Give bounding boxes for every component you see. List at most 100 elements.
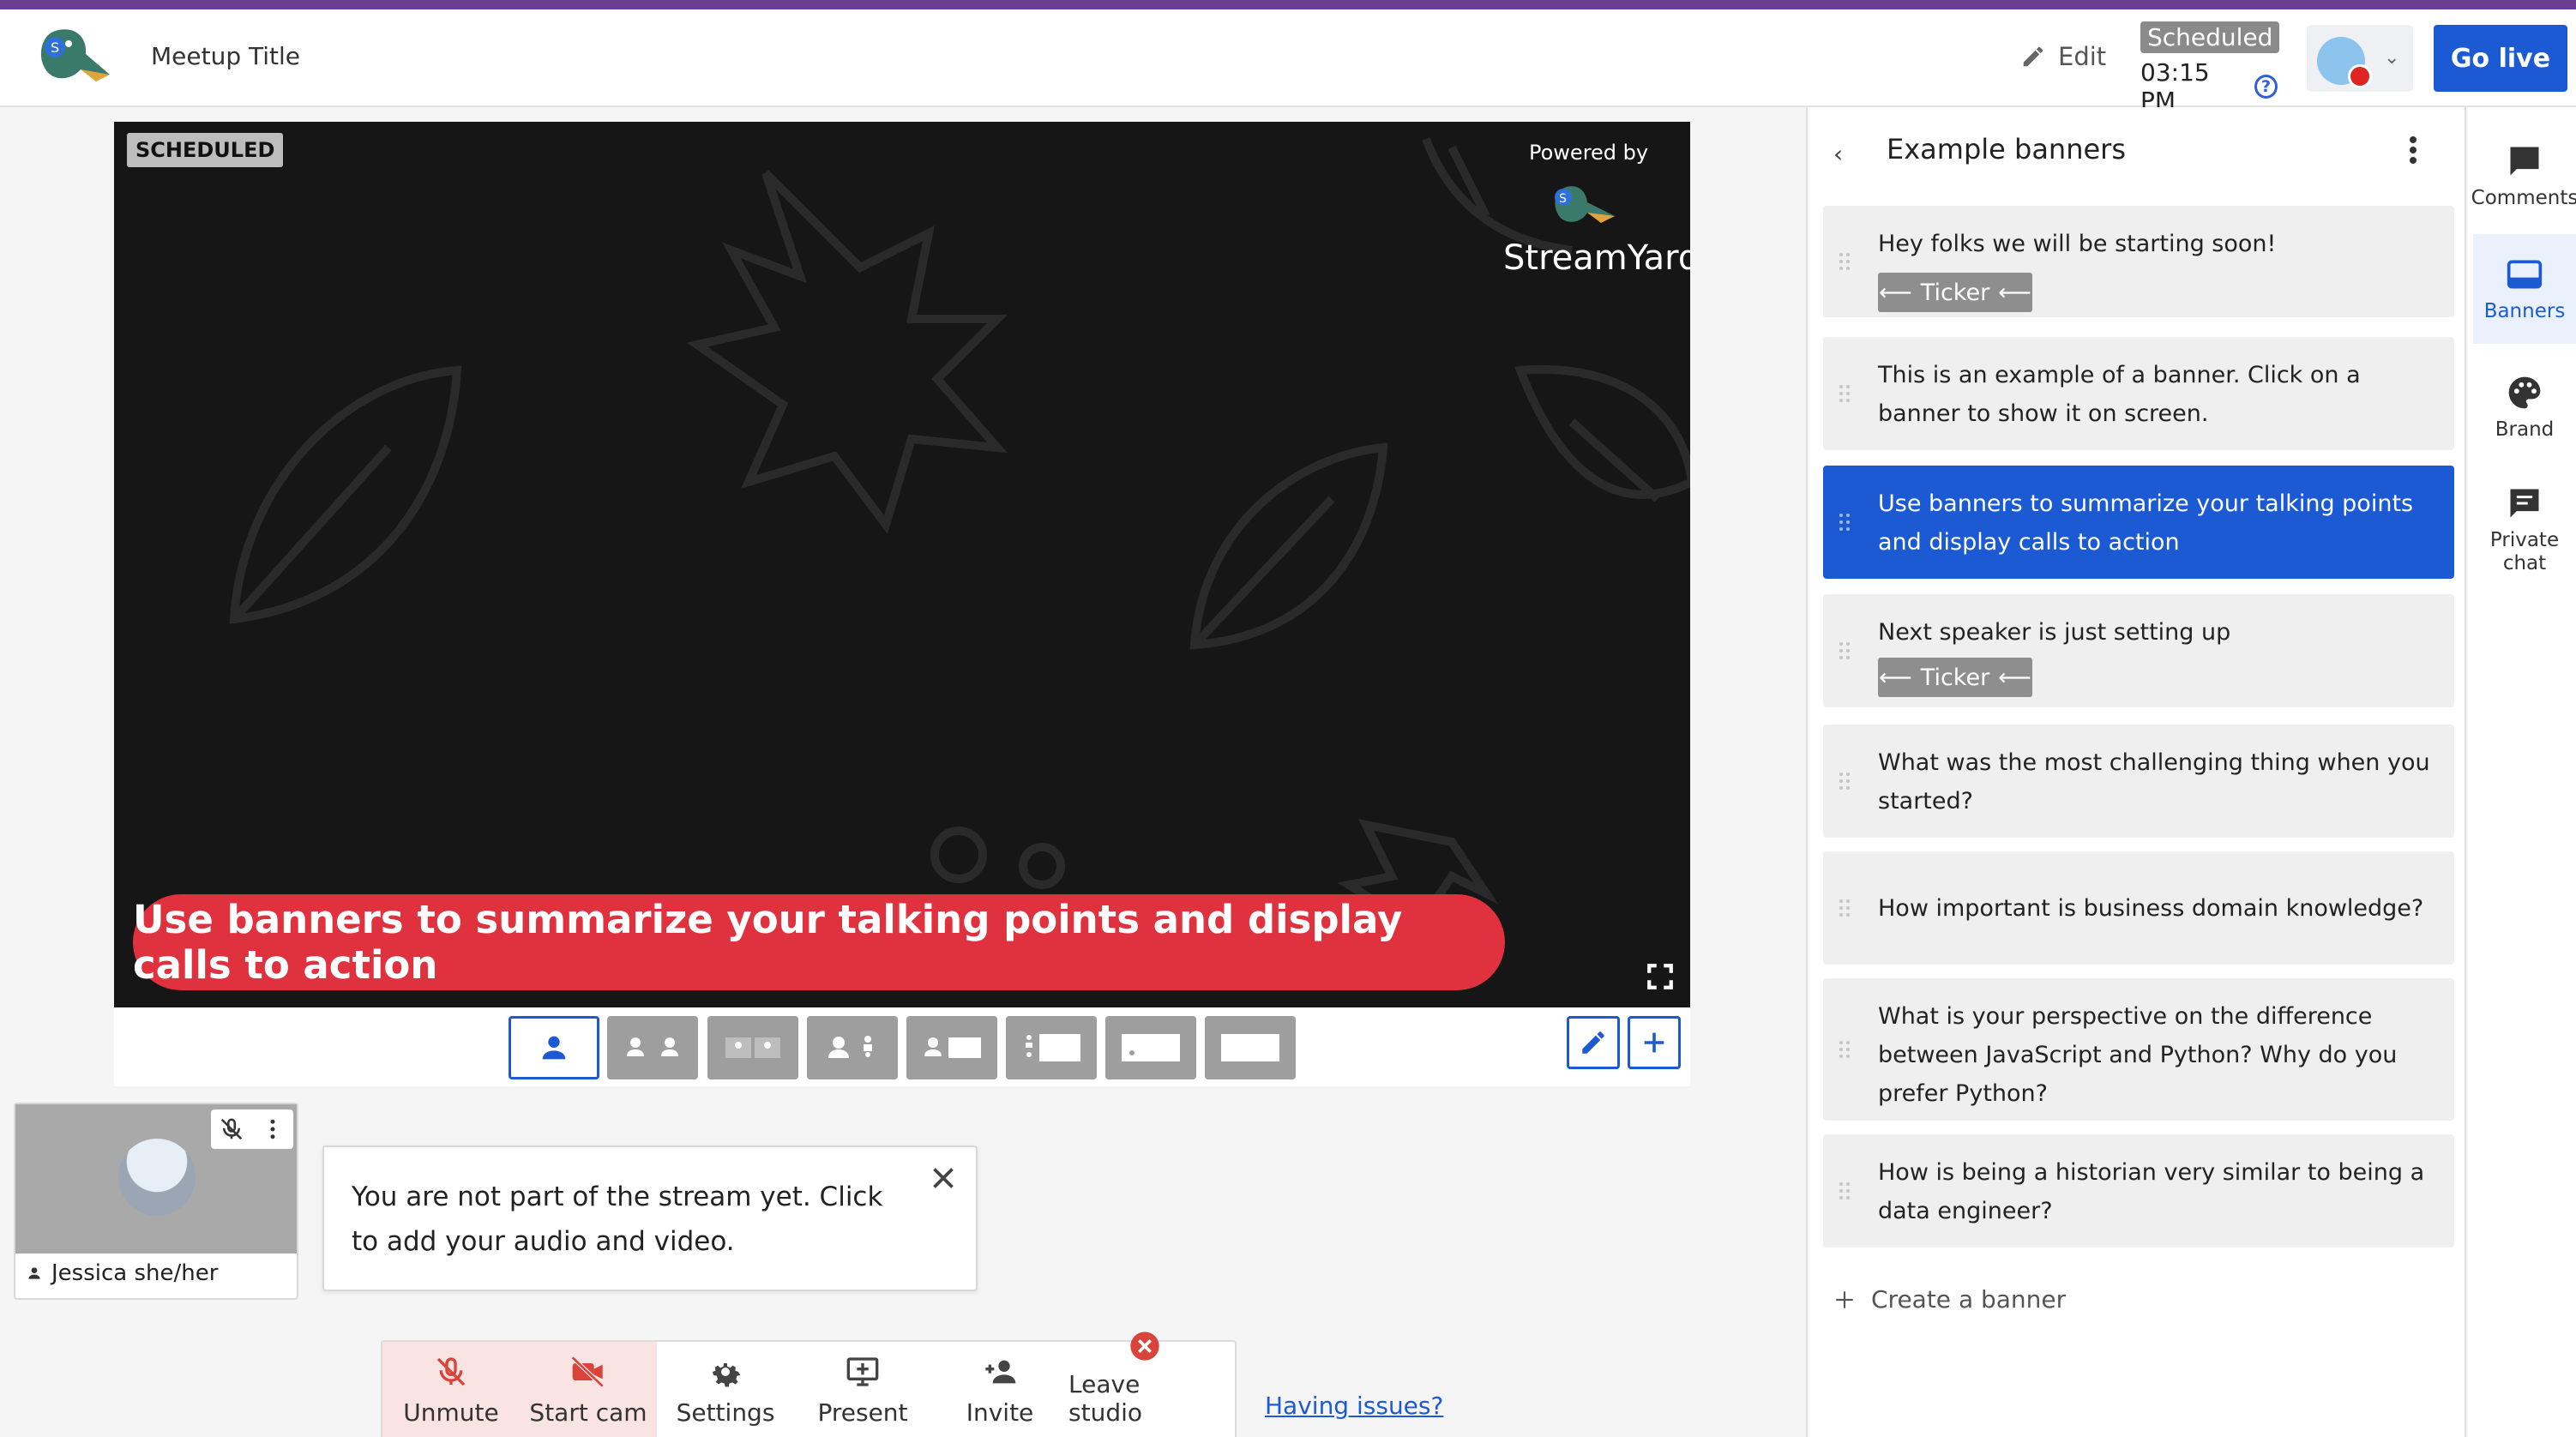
layout-solo-button[interactable] [509,1016,599,1079]
panel-title: Example banners [1887,133,2126,165]
ticker-label: Ticker [1920,664,1990,691]
layout-fullscreen-button[interactable] [1205,1016,1296,1079]
start-cam-button[interactable]: Start cam [520,1342,657,1437]
layout-two-up-button[interactable] [607,1016,698,1079]
layout-screen-list-button[interactable] [1006,1016,1097,1079]
edit-layout-button[interactable] [1567,1016,1620,1069]
banner-item[interactable]: What is your perspective on the differen… [1823,978,2454,1121]
banner-item[interactable]: This is an example of a banner. Click on… [1823,337,2454,450]
chevron-down-icon: ⌄ [2384,47,2400,69]
banner-item[interactable]: How is being a historian very similar to… [1823,1134,2454,1248]
leaf-background-pattern [229,137,1690,934]
screen-pip-icon [1122,1034,1180,1061]
close-circle-icon [1130,1332,1159,1361]
add-layout-button[interactable] [1628,1016,1681,1069]
tab-brand[interactable]: Brand [2473,352,2576,462]
arrow-left-icon: ⟵ [1879,279,1912,306]
drag-handle-icon[interactable] [1839,1039,1851,1060]
start-cam-label: Start cam [529,1398,647,1427]
close-icon[interactable] [928,1163,959,1193]
help-icon[interactable]: ? [2254,75,2278,99]
participant-name-label: Jessica she/her [51,1260,219,1286]
banner-item[interactable]: Next speaker is just setting up ⟵ Ticker… [1823,594,2454,707]
banner-text: How important is business domain knowled… [1878,895,2424,922]
banner-text: What was the most challenging thing when… [1878,749,2430,815]
destination-selector[interactable]: ⌄ [2307,25,2413,92]
tab-comments-label: Comments [2471,186,2576,209]
pencil-icon [1582,1031,1604,1054]
scheduled-status-label: SCHEDULED [127,133,284,167]
drag-handle-icon[interactable] [1839,898,1851,918]
arrow-left-icon: ⟵ [1879,664,1912,691]
fullscreen-icon[interactable] [1646,962,1675,991]
having-issues-link[interactable]: Having issues? [1265,1392,1443,1420]
streamyard-brand-text: StreamYard [1503,238,1690,278]
screen-side-icon [924,1037,981,1058]
more-options-icon[interactable] [260,1116,286,1142]
leave-studio-button[interactable]: Leave studio [1068,1332,1221,1437]
banner-text: This is an example of a banner. Click on… [1878,362,2361,427]
streamyard-duck-logo[interactable]: S [36,25,113,93]
stage-banner[interactable]: Use banners to summarize your talking po… [133,894,1505,990]
layout-screen-pip-button[interactable] [1105,1016,1196,1079]
comment-icon [2510,147,2539,175]
plus-icon [1836,1290,1853,1308]
back-chevron-icon[interactable]: ‹ [1833,140,1843,168]
camera-off-icon [570,1356,605,1388]
top-header: S Meetup Title Edit Scheduled 03:15 PM ?… [0,9,2576,115]
present-button[interactable]: Present [794,1342,931,1437]
person-icon [28,1267,40,1279]
tab-banners[interactable]: Banners [2473,234,2576,344]
banners-panel: ‹ Example banners Hey folks we will be s… [1806,107,2466,1437]
participant-name: Jessica she/her [26,1260,218,1286]
ticker-label: Ticker [1920,279,1990,306]
tab-private-chat-label: Private chat [2489,529,2560,574]
drag-handle-icon[interactable] [1839,251,1851,272]
meetup-title[interactable]: Meetup Title [151,42,300,70]
invite-button[interactable]: Invite [931,1342,1068,1437]
drag-handle-icon[interactable] [1839,640,1851,661]
tab-brand-label: Brand [2495,418,2555,441]
tab-private-chat[interactable]: Private chat [2473,466,2576,594]
side-tab-bar: Comments Banners Brand Private chat [2468,107,2576,1437]
create-banner-button[interactable]: Create a banner [1833,1285,2066,1314]
invite-label: Invite [966,1398,1034,1427]
palette-icon [2508,376,2541,408]
settings-button[interactable]: Settings [657,1342,794,1437]
unmute-label: Unmute [403,1398,499,1427]
settings-label: Settings [676,1398,775,1427]
drag-handle-icon[interactable] [1839,383,1851,404]
person-icon [542,1036,566,1060]
add-person-icon [985,1360,1016,1384]
drag-handle-icon[interactable] [1839,771,1851,791]
unmute-button[interactable]: Unmute [382,1342,520,1437]
banner-text: How is being a historian very similar to… [1878,1159,2425,1224]
banner-text: Use banners to summarize your talking po… [1878,490,2414,556]
create-banner-label: Create a banner [1871,1285,2067,1314]
tab-comments[interactable]: Comments [2471,121,2576,231]
layout-screen-side-button[interactable] [906,1016,997,1079]
drag-handle-icon[interactable] [1839,512,1851,532]
banner-text: Next speaker is just setting up [1878,619,2231,646]
banner-item-active[interactable]: Use banners to summarize your talking po… [1823,466,2454,579]
avatar [118,1139,196,1216]
join-stream-tooltip: You are not part of the stream yet. Clic… [322,1145,978,1291]
banner-item[interactable]: How important is business domain knowled… [1823,851,2454,965]
banner-item[interactable]: Hey folks we will be starting soon! ⟵ Ti… [1823,206,2454,317]
layout-leader-button[interactable] [807,1016,898,1079]
svg-text:S: S [1559,192,1567,206]
go-live-button[interactable]: Go live [2434,25,2567,92]
banner-item[interactable]: What was the most challenging thing when… [1823,725,2454,838]
participant-preview-card[interactable]: Jessica she/her [14,1103,298,1300]
leave-studio-label: Leave studio [1068,1370,1142,1427]
edit-button[interactable]: Edit [2020,42,2106,71]
gear-icon [713,1363,741,1387]
status-badge: Scheduled [2140,21,2280,53]
drag-handle-icon[interactable] [1839,1181,1851,1201]
layout-group-button[interactable] [707,1016,798,1079]
arrow-left-icon: ⟵ [1998,279,2031,306]
tab-banners-label: Banners [2483,299,2566,322]
schedule-info: Scheduled 03:15 PM ? [2140,21,2280,115]
more-options-icon[interactable] [2404,133,2422,167]
mic-muted-icon[interactable] [219,1116,244,1142]
